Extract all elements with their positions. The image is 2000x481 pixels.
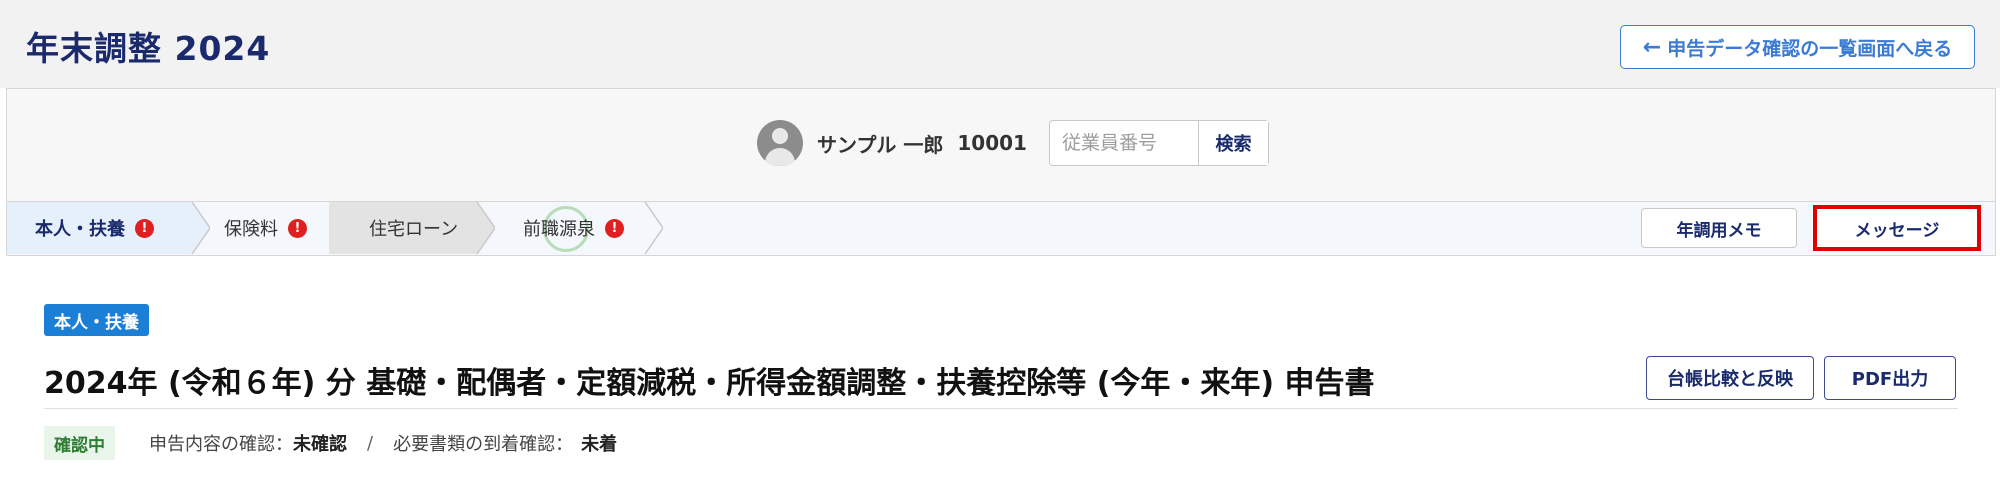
tab-label: 住宅ローン <box>369 219 459 240</box>
tab-insurance[interactable]: 保険料 ! <box>210 202 345 254</box>
arrow-left-icon: ← <box>1642 34 1662 60</box>
employee-number-input[interactable] <box>1049 121 1198 165</box>
content-check-value: 未確認 <box>293 434 347 455</box>
employee-panel: サンプル 一郎 10001 検索 本人・扶養 ! 保険料 ! 住宅ローン <box>6 88 1996 256</box>
employee-search: 検索 <box>1048 120 1269 166</box>
status-badge: 確認中 <box>44 426 115 460</box>
tab-separator <box>475 202 495 254</box>
exclamation-icon: ! <box>288 218 307 238</box>
user-avatar-icon <box>757 120 803 166</box>
search-button[interactable]: 検索 <box>1197 121 1268 165</box>
tab-label: 前職源泉 <box>523 219 595 240</box>
app-title: 年末調整 2024 <box>26 29 271 68</box>
pdf-export-button[interactable]: PDF出力 <box>1824 356 1956 400</box>
section-tabs: 本人・扶養 ! 保険料 ! 住宅ローン 前職源泉 ! 年調用メモ メッセージ <box>7 201 1995 255</box>
employee-name: サンプル 一郎 <box>817 132 944 157</box>
tab-separator <box>190 202 210 254</box>
divider <box>44 408 1958 409</box>
document-actions: 台帳比較と反映 PDF出力 <box>1646 356 1956 400</box>
tab-previous-job[interactable]: 前職源泉 ! <box>495 202 645 254</box>
message-button[interactable]: メッセージ <box>1813 205 1981 251</box>
exclamation-icon: ! <box>605 218 624 238</box>
tab-label: 保険料 <box>224 219 278 240</box>
tab-label: 本人・扶養 <box>35 219 125 240</box>
status-row: 確認中 申告内容の確認： 未確認 / 必要書類の到着確認： 未着 <box>44 426 617 460</box>
content-check-label: 申告内容の確認： <box>149 434 293 455</box>
header-bar: 年末調整 2024 ← 申告データ確認の一覧画面へ戻る <box>0 0 2000 88</box>
docs-check-value: 未着 <box>581 434 618 455</box>
status-separator: / <box>367 432 374 454</box>
docs-check-label: 必要書類の到着確認： <box>393 434 574 455</box>
tab-self-dependents[interactable]: 本人・扶養 ! <box>7 202 192 254</box>
back-to-list-button[interactable]: ← 申告データ確認の一覧画面へ戻る <box>1620 25 1975 69</box>
compare-reflect-button[interactable]: 台帳比較と反映 <box>1646 356 1814 400</box>
page-title: 2024年 (令和６年) 分 基礎・配偶者・定額減税・所得金額調整・扶養控除等 … <box>44 366 1375 401</box>
back-to-list-label: 申告データ確認の一覧画面へ戻る <box>1667 37 1953 60</box>
memo-button[interactable]: 年調用メモ <box>1641 208 1797 248</box>
exclamation-icon: ! <box>135 218 154 238</box>
tab-housing-loan[interactable]: 住宅ローン <box>329 202 477 254</box>
tab-separator <box>644 202 663 254</box>
section-badge: 本人・扶養 <box>44 304 149 336</box>
employee-selector: サンプル 一郎 10001 検索 <box>757 119 1269 167</box>
employee-id: 10001 <box>957 131 1027 155</box>
